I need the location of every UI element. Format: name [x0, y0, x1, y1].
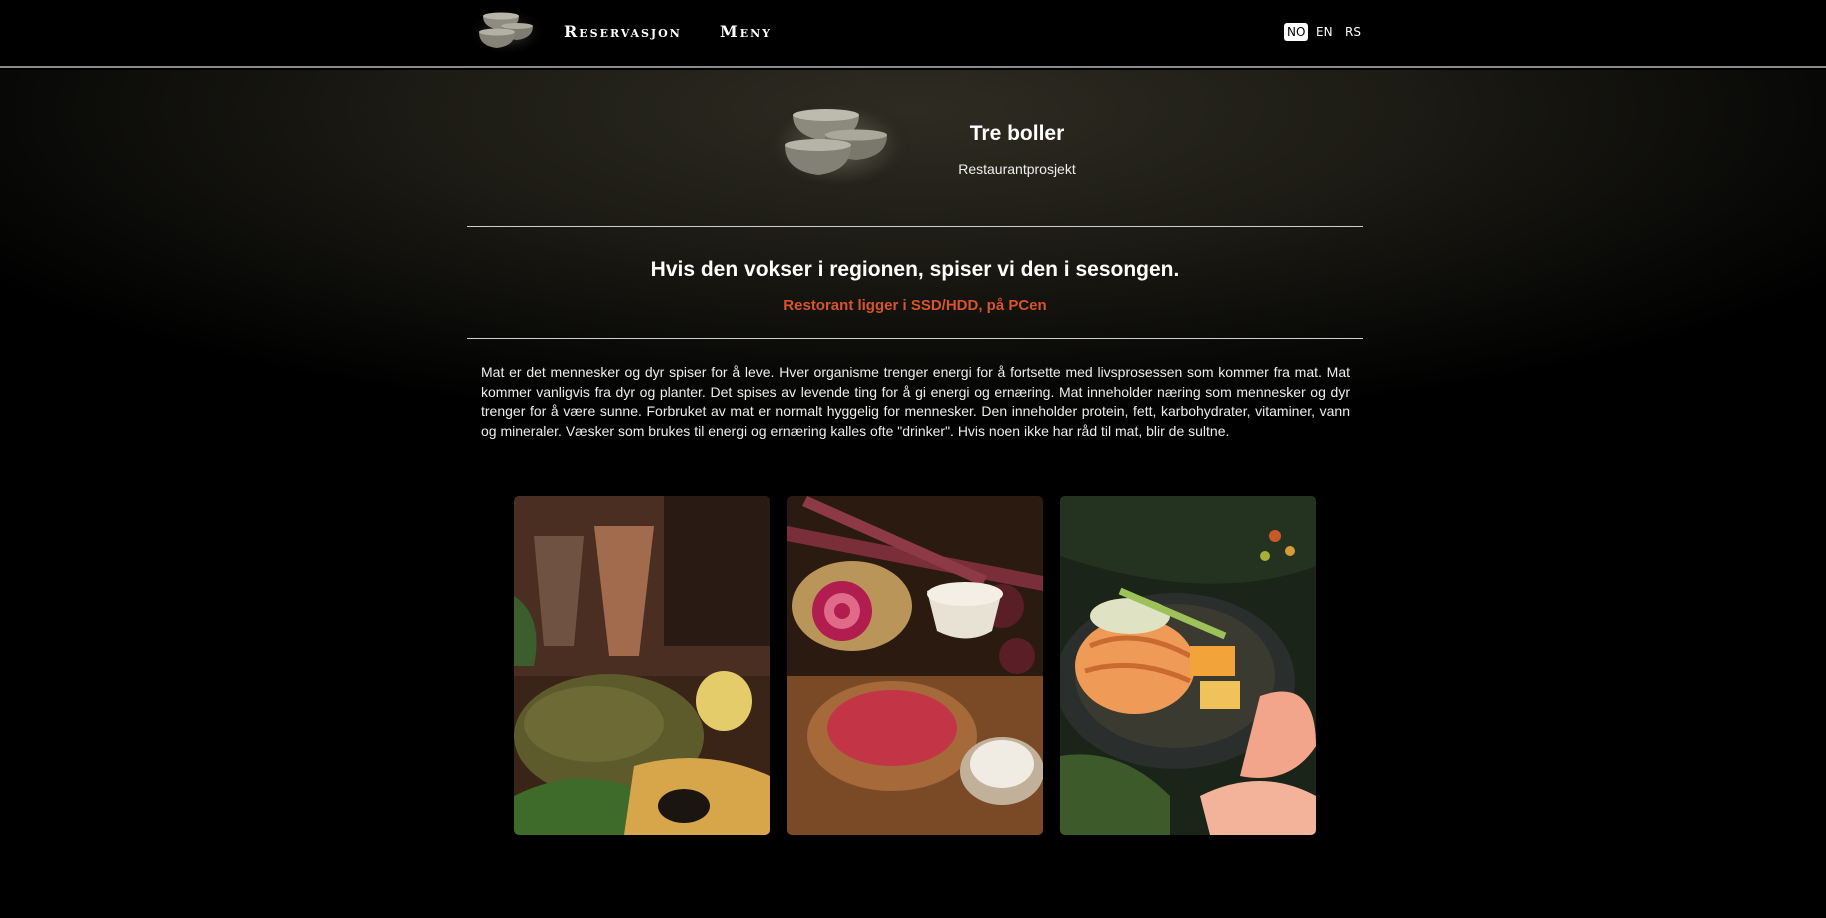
nav-link-meny[interactable]: Meny: [720, 22, 772, 41]
bowls-logo-icon[interactable]: [467, 6, 547, 56]
roast-meat-photo: [514, 496, 770, 835]
brand-subtitle: Restaurantprosjekt: [958, 161, 1076, 177]
divider-bottom: [467, 338, 1363, 339]
top-navbar: Reservasjon Meny NO EN RS: [0, 0, 1826, 68]
navbar-inner: Reservasjon Meny NO EN RS: [467, 0, 1363, 68]
description-paragraph: Mat er det mennesker og dyr spiser for å…: [481, 364, 1350, 439]
lang-en[interactable]: EN: [1313, 23, 1336, 41]
brand-title: Tre boller: [969, 122, 1065, 145]
divider-top: [467, 226, 1363, 227]
beetroot-photo: [787, 496, 1043, 835]
gallery-photo-beetroot[interactable]: [787, 496, 1043, 835]
gallery-photo-roast[interactable]: [514, 496, 770, 835]
lang-no[interactable]: NO: [1284, 23, 1309, 41]
salmon-pan-photo: [1060, 496, 1316, 835]
gallery-photo-salmon[interactable]: [1060, 496, 1316, 835]
nav-link-reservasjon[interactable]: Reservasjon: [564, 22, 682, 41]
bowls-logo-large-icon: [763, 99, 913, 191]
location-note: Restorant ligger i SSD/HDD, på PCen: [783, 297, 1047, 314]
lang-rs[interactable]: RS: [1342, 23, 1364, 41]
tagline-heading: Hvis den vokser i regionen, spiser vi de…: [650, 258, 1180, 281]
